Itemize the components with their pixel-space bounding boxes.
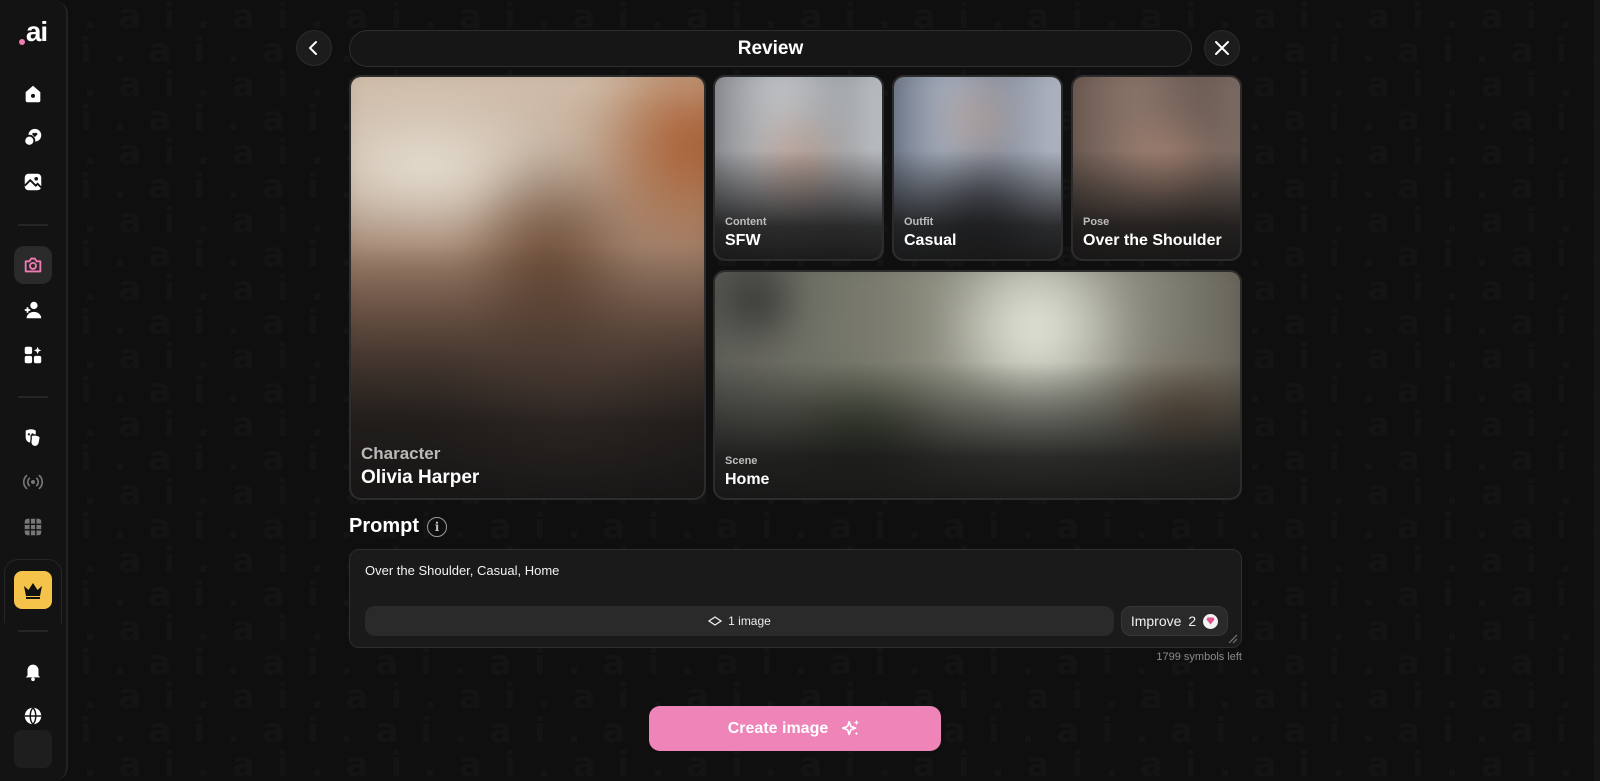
sidebar-item-create-character[interactable] — [14, 291, 52, 329]
close-icon — [1215, 41, 1229, 55]
pose-label: Pose — [1083, 216, 1110, 228]
diamond-outline-icon — [708, 616, 723, 626]
character-card[interactable]: Character Olivia Harper — [349, 75, 706, 500]
background-pattern-row: .ai.ai.ai.ai.ai.ai.ai.ai.ai.ai.ai.ai.ai.… — [0, 0, 1600, 34]
page-title: Review — [349, 30, 1192, 67]
theater-masks-icon — [25, 429, 42, 448]
prompt-text[interactable]: Over the Shoulder, Casual, Home — [365, 563, 559, 578]
broadcast-icon — [22, 474, 44, 490]
outfit-card[interactable]: Outfit Casual — [892, 75, 1063, 261]
sparkles-icon — [842, 719, 860, 735]
globe-icon — [24, 707, 42, 725]
scene-caption: Scene Home — [725, 455, 769, 489]
prompt-heading: Prompt i — [349, 515, 447, 538]
premium-button[interactable] — [14, 571, 52, 609]
logo[interactable]: ai — [18, 16, 48, 48]
sidebar-item-grid[interactable] — [14, 508, 52, 546]
sidebar-item-roleplay[interactable] — [14, 419, 52, 457]
info-icon[interactable]: i — [427, 516, 447, 537]
character-caption: Character Olivia Harper — [361, 444, 479, 489]
improve-label: Improve — [1130, 613, 1182, 629]
scene-card[interactable]: Scene Home — [713, 270, 1242, 500]
pose-caption: Pose Over the Shoulder — [1083, 216, 1222, 250]
content-value: SFW — [725, 232, 761, 249]
sidebar-item-notifications[interactable] — [14, 652, 52, 690]
window-edge — [1594, 0, 1600, 781]
image-count-label: 1 image — [728, 614, 771, 628]
content-label: Content — [725, 216, 767, 228]
gallery-icon — [24, 173, 42, 191]
symbols-left-counter: 1799 symbols left — [1156, 651, 1242, 663]
widgets-sparkle-icon — [24, 346, 42, 364]
avatar[interactable] — [14, 730, 52, 768]
chat-heart-icon — [23, 128, 42, 147]
sidebar-item-create-image[interactable] — [14, 246, 52, 284]
background-pattern-row: .ai.ai.ai.ai.ai.ai.ai.ai.ai.ai.ai.ai.ai.… — [0, 646, 1600, 680]
logo-dot — [18, 39, 25, 45]
logo-text: ai — [25, 16, 48, 47]
bell-icon — [25, 664, 41, 682]
sidebar-item-live[interactable] — [14, 463, 52, 501]
outfit-label: Outfit — [904, 216, 934, 228]
prompt-heading-text: Prompt — [349, 515, 419, 537]
background-pattern-row: .ai.ai.ai.ai.ai.ai.ai.ai.ai.ai.ai.ai.ai.… — [0, 748, 1600, 781]
sidebar-divider — [18, 630, 48, 632]
outfit-value: Casual — [904, 232, 957, 249]
close-button[interactable] — [1204, 30, 1240, 66]
improve-button[interactable]: Improve 2 — [1121, 606, 1228, 636]
character-name: Olivia Harper — [361, 467, 480, 488]
scene-label: Scene — [725, 455, 758, 467]
outfit-caption: Outfit Casual — [904, 216, 956, 250]
sidebar-divider — [18, 224, 48, 226]
sidebar-divider — [18, 396, 48, 398]
content-card[interactable]: Content SFW — [713, 75, 884, 261]
home-icon — [25, 85, 41, 103]
sidebar-item-home[interactable] — [14, 75, 52, 113]
page-title-text: Review — [737, 37, 804, 59]
pose-value: Over the Shoulder — [1083, 232, 1222, 249]
back-button[interactable] — [296, 30, 332, 66]
caption-gradient — [715, 362, 1240, 498]
create-image-label: Create image — [727, 719, 829, 737]
sidebar-item-gallery[interactable] — [14, 163, 52, 201]
camera-icon — [24, 257, 42, 273]
character-label: Character — [361, 444, 441, 463]
improve-cost: 2 — [1188, 613, 1197, 629]
pose-card[interactable]: Pose Over the Shoulder — [1071, 75, 1242, 261]
add-user-icon — [24, 301, 42, 319]
crown-icon — [24, 583, 42, 599]
grid-icon — [24, 518, 42, 536]
sidebar-item-tools[interactable] — [14, 336, 52, 374]
gem-icon — [1203, 613, 1219, 629]
scene-value: Home — [725, 471, 770, 488]
chevron-left-icon — [309, 41, 317, 55]
image-count-selector[interactable]: 1 image — [365, 606, 1114, 636]
resize-handle-icon[interactable] — [1226, 632, 1238, 644]
sidebar-item-chat[interactable] — [14, 119, 52, 157]
prompt-input[interactable]: Over the Shoulder, Casual, Home 1 image … — [349, 549, 1242, 648]
content-caption: Content SFW — [725, 216, 767, 250]
background-pattern-row: .ai.ai.ai.ai.ai.ai.ai.ai.ai.ai.ai.ai.ai.… — [0, 510, 1600, 544]
create-image-button[interactable]: Create image — [649, 706, 941, 751]
